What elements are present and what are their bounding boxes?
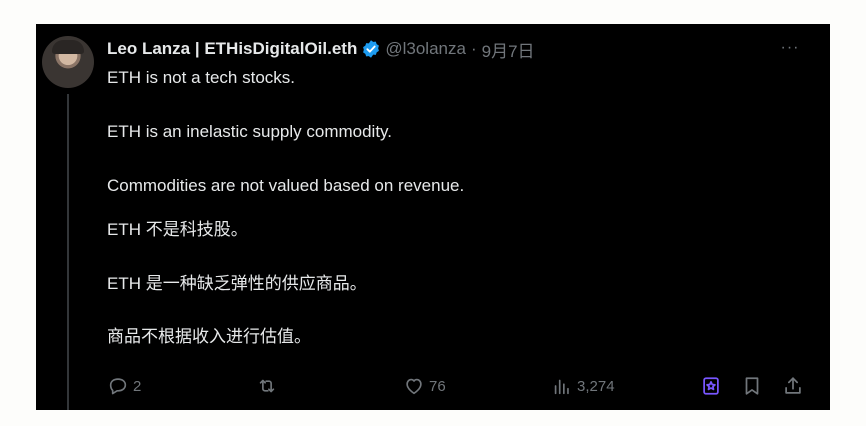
- bookmark-button[interactable]: [741, 374, 763, 398]
- verified-badge-icon[interactable]: [361, 39, 381, 59]
- tweet-text-line-4: ETH 不是科技股。: [107, 220, 248, 239]
- retweet-icon: [256, 375, 278, 397]
- tweet-card[interactable]: Leo Lanza | ETHisDigitalOil.eth @l3olanz…: [36, 24, 830, 410]
- reply-icon: [107, 375, 129, 397]
- thread-line: [67, 94, 69, 410]
- action-bar: 2 76 3,274: [107, 374, 817, 398]
- tweet-header: Leo Lanza | ETHisDigitalOil.eth @l3olanz…: [107, 37, 535, 62]
- like-button[interactable]: 76: [403, 374, 446, 398]
- separator-dot: ·: [470, 39, 477, 58]
- views-count: 3,274: [577, 377, 615, 395]
- tweet-text-line-6: 商品不根据收入进行估值。: [107, 327, 311, 346]
- heart-icon: [403, 375, 425, 397]
- views-icon: [551, 375, 573, 397]
- tweet-text-line-5: ETH 是一种缺乏弹性的供应商品。: [107, 274, 367, 293]
- tweet-text-line-3: Commodities are not valued based on reve…: [107, 176, 465, 195]
- tweet-text-line-1: ETH is not a tech stocks.: [107, 68, 296, 87]
- retweet-button[interactable]: [256, 374, 282, 398]
- grok-icon: [700, 375, 722, 397]
- author-display-name[interactable]: Leo Lanza | ETHisDigitalOil.eth: [107, 39, 357, 59]
- tweet-date[interactable]: 9月7日: [482, 37, 535, 62]
- bookmark-icon: [741, 375, 763, 397]
- share-button[interactable]: [782, 374, 804, 398]
- avatar[interactable]: [42, 36, 94, 88]
- reply-button[interactable]: 2: [107, 374, 141, 398]
- author-handle[interactable]: @l3olanza: [385, 39, 466, 59]
- more-options-icon[interactable]: ···: [778, 40, 802, 60]
- share-icon: [782, 375, 804, 397]
- like-count: 76: [429, 377, 446, 395]
- grok-button[interactable]: [700, 374, 722, 398]
- views-button[interactable]: 3,274: [551, 374, 615, 398]
- tweet-text-line-2: ETH is an inelastic supply commodity.: [107, 122, 393, 141]
- reply-count: 2: [133, 377, 142, 395]
